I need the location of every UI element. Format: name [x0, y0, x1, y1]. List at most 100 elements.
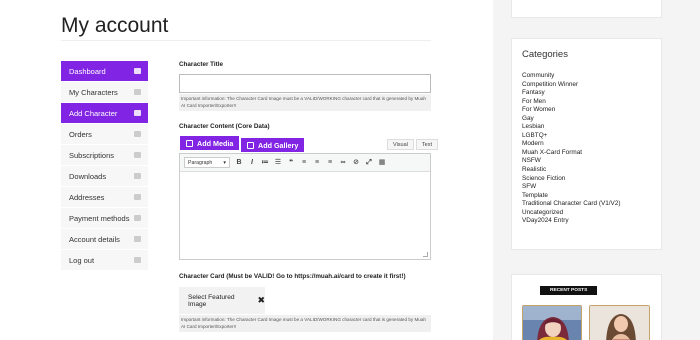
character-portrait-image [590, 306, 649, 340]
category-link[interactable]: Modern [522, 140, 621, 149]
nav-item-subscriptions[interactable]: Subscriptions [61, 145, 148, 165]
categories-title: Categories [522, 49, 568, 60]
categories-list: Community Competition Winner Fantasy For… [522, 72, 621, 226]
add-media-button[interactable]: Add Media [180, 136, 240, 150]
paragraph-format-select[interactable]: Paragraph ▾ [184, 157, 230, 168]
numbered-list-icon[interactable]: ☰ [274, 159, 282, 167]
add-gallery-button[interactable]: Add Gallery [241, 138, 305, 152]
file-icon [134, 152, 141, 158]
nav-item-dashboard[interactable]: Dashboard [61, 61, 148, 81]
category-link[interactable]: Uncategorized [522, 209, 621, 218]
paragraph-select-value: Paragraph [188, 159, 213, 166]
logout-icon [134, 257, 141, 263]
link-icon[interactable]: ∞ [339, 159, 347, 167]
recent-post-thumbnail[interactable] [589, 305, 650, 340]
account-navigation: Dashboard My Characters Add Character Or… [61, 61, 148, 271]
character-content-label: Character Content (Core Data) [179, 123, 270, 130]
nav-item-label: My Characters [69, 87, 118, 97]
card-icon [134, 215, 141, 221]
character-portrait-image [523, 306, 581, 340]
main-content: My account Dashboard My Characters Add C… [0, 0, 493, 340]
card-hint-text: Important information: The Character Car… [179, 315, 431, 332]
home-icon [134, 194, 141, 200]
category-link[interactable]: Competition Winner [522, 81, 621, 90]
basket-icon [134, 131, 141, 137]
category-link[interactable]: Muah X-Card Format [522, 149, 621, 158]
categories-widget: Categories Community Competition Winner … [511, 38, 662, 250]
dashboard-icon [134, 68, 141, 74]
category-link[interactable]: SFW [522, 183, 621, 192]
list-icon [134, 89, 141, 95]
nav-item-payment-methods[interactable]: Payment methods [61, 208, 148, 228]
nav-item-orders[interactable]: Orders [61, 124, 148, 144]
fullscreen-icon[interactable]: ⤢ [365, 159, 373, 167]
page-title: My account [61, 14, 169, 37]
editor-toolbar: Paragraph ▾ B I ≔ ☰ ❝ ≡ ≡ ≡ ∞ ⊘ ⤢ ▦ [180, 154, 430, 172]
character-title-input[interactable] [179, 74, 431, 93]
bulleted-list-icon[interactable]: ≔ [261, 159, 269, 167]
select-featured-image-button[interactable]: Select Featured Image ✖ [179, 287, 265, 314]
cloud-download-icon [134, 173, 141, 179]
category-link[interactable]: Lesbian [522, 123, 621, 132]
chevron-down-icon: ▾ [223, 159, 226, 166]
media-icon [186, 139, 193, 147]
nav-item-label: Subscriptions [69, 150, 115, 160]
title-hint-text: Important information: The Character Car… [179, 94, 431, 111]
resize-handle-icon[interactable] [423, 252, 428, 257]
align-right-icon[interactable]: ≡ [326, 159, 334, 167]
align-left-icon[interactable]: ≡ [300, 159, 308, 167]
character-card-label: Character Card (Must be VALID! Go to htt… [179, 273, 406, 280]
category-link[interactable]: NSFW [522, 157, 621, 166]
nav-item-label: Orders [69, 129, 92, 139]
featured-button-label: Select Featured Image [188, 293, 235, 308]
nav-item-label: Addresses [69, 192, 105, 202]
nav-item-label: Dashboard [69, 66, 106, 76]
category-link[interactable]: For Men [522, 98, 621, 107]
character-title-label: Character Title [179, 61, 223, 68]
bold-icon[interactable]: B [235, 159, 243, 167]
user-icon [134, 236, 141, 242]
category-link[interactable]: Community [522, 72, 621, 81]
italic-icon[interactable]: I [248, 159, 256, 167]
tab-visual[interactable]: Visual [387, 139, 414, 150]
close-icon[interactable]: ✖ [257, 295, 265, 306]
recent-post-thumbnail[interactable] [522, 305, 582, 340]
category-link[interactable]: VDay2024 Entry [522, 217, 621, 226]
recent-posts-widget: RECENT POSTS [511, 274, 662, 340]
nav-item-add-character[interactable]: Add Character [61, 103, 148, 123]
nav-item-label: Downloads [69, 171, 107, 181]
category-link[interactable]: Traditional Character Card (V1/V2) [522, 200, 621, 209]
nav-item-label: Log out [69, 255, 95, 265]
nav-item-log-out[interactable]: Log out [61, 250, 148, 270]
content-editor: Paragraph ▾ B I ≔ ☰ ❝ ≡ ≡ ≡ ∞ ⊘ ⤢ ▦ [179, 153, 431, 260]
gallery-icon [247, 141, 254, 149]
tab-text[interactable]: Text [415, 139, 438, 150]
editor-tabs: Visual Text [387, 139, 438, 150]
nav-item-account-details[interactable]: Account details [61, 229, 148, 249]
nav-item-label: Payment methods [69, 213, 130, 223]
category-link[interactable]: LGBTQ+ [522, 132, 621, 141]
category-link[interactable]: For Women [522, 106, 621, 115]
unlink-icon[interactable]: ⊘ [352, 159, 360, 167]
add-media-label: Add Media [197, 138, 234, 148]
blockquote-icon[interactable]: ❝ [287, 159, 295, 167]
category-link[interactable]: Science Fiction [522, 175, 621, 184]
category-link[interactable]: Fantasy [522, 89, 621, 98]
category-link[interactable]: Gay [522, 115, 621, 124]
nav-item-my-characters[interactable]: My Characters [61, 82, 148, 102]
recent-posts-title: RECENT POSTS [540, 286, 598, 295]
sidebar: Categories Community Competition Winner … [493, 0, 700, 340]
nav-item-label: Account details [69, 234, 120, 244]
nav-item-downloads[interactable]: Downloads [61, 166, 148, 186]
folder-icon [134, 110, 141, 116]
add-gallery-label: Add Gallery [258, 140, 299, 150]
editor-body[interactable] [180, 172, 430, 258]
align-center-icon[interactable]: ≡ [313, 159, 321, 167]
category-link[interactable]: Realistic [522, 166, 621, 175]
category-link[interactable]: Template [522, 192, 621, 201]
nav-item-addresses[interactable]: Addresses [61, 187, 148, 207]
toolbar-toggle-icon[interactable]: ▦ [378, 159, 386, 167]
divider [61, 40, 431, 41]
nav-item-label: Add Character [69, 108, 118, 118]
page: My account Dashboard My Characters Add C… [0, 0, 700, 340]
